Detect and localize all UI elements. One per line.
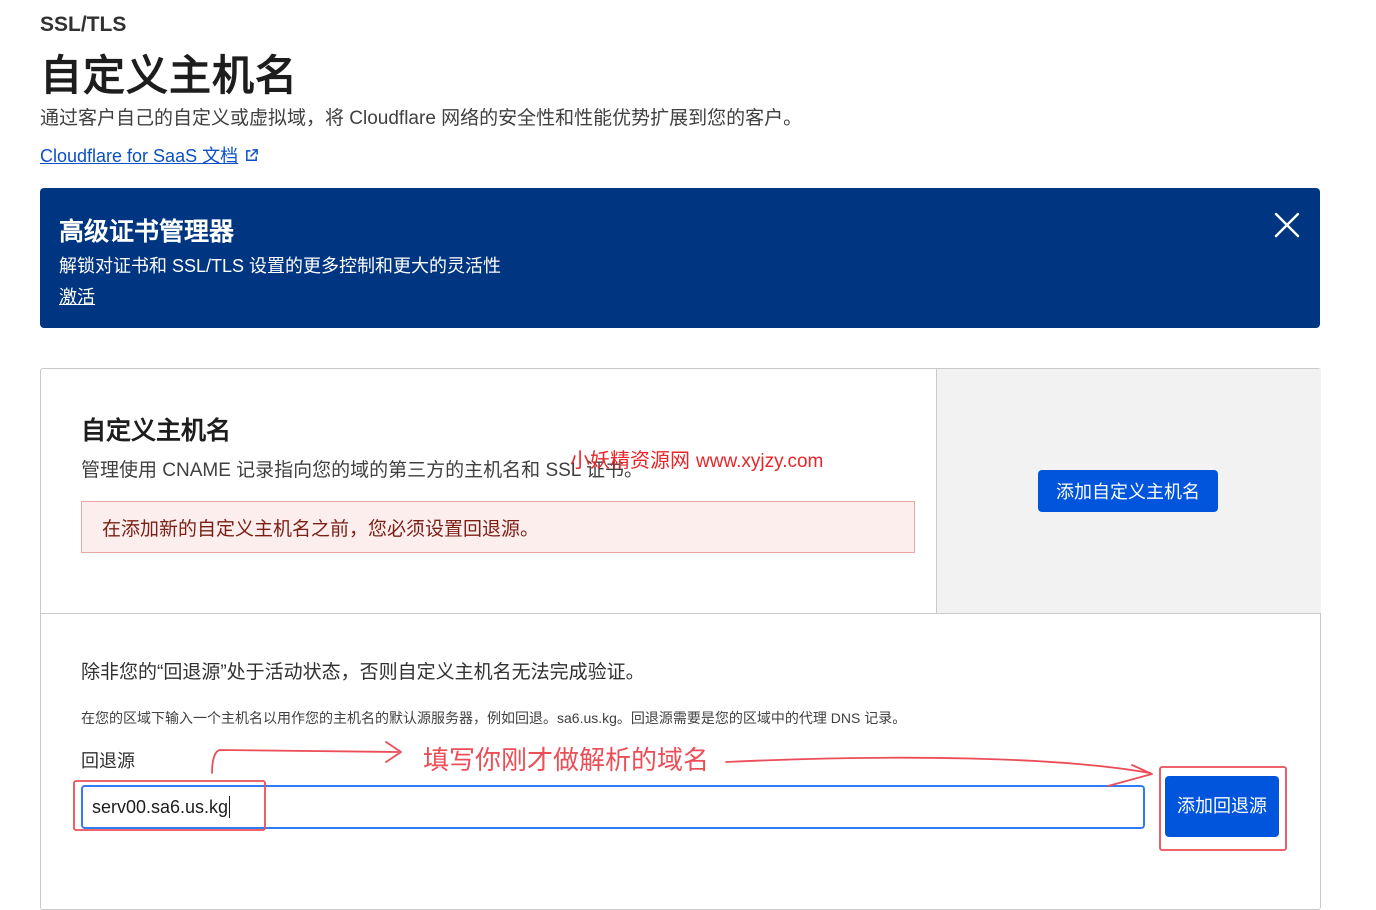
page-title: 自定义主机名 — [40, 52, 299, 99]
annotation-text: 填写你刚才做解析的域名 — [423, 745, 710, 775]
activate-link[interactable]: 激活 — [59, 283, 95, 309]
fallback-hint: 在您的区域下输入一个主机名以用作您的主机名的默认源服务器，例如回退。sa6.us… — [81, 710, 907, 726]
add-custom-hostname-button[interactable]: 添加自定义主机名 — [1038, 470, 1218, 512]
custom-hostnames-section: 自定义主机名 管理使用 CNAME 记录指向您的域的第三方的主机名和 SSL 证… — [41, 369, 1321, 614]
add-fallback-origin-button[interactable]: 添加回退源 — [1165, 776, 1279, 837]
fallback-notice: 除非您的“回退源”处于活动状态，否则自定义主机名无法完成验证。 — [81, 662, 645, 683]
close-icon[interactable] — [1272, 210, 1302, 240]
banner-title: 高级证书管理器 — [59, 218, 235, 246]
card-action-panel: 添加自定义主机名 — [936, 369, 1321, 613]
watermark-site: www.xyjzy.com — [696, 451, 824, 472]
fallback-required-alert: 在添加新的自定义主机名之前，您必须设置回退源。 — [81, 501, 915, 553]
card-title: 自定义主机名 — [81, 417, 232, 445]
external-link-icon — [246, 148, 258, 161]
docs-link[interactable]: Cloudflare for SaaS 文档 — [40, 142, 259, 168]
docs-link-label: Cloudflare for SaaS 文档 — [40, 146, 239, 166]
card-description: 管理使用 CNAME 记录指向您的域的第三方的主机名和 SSL 证书。 — [81, 460, 643, 481]
fallback-origin-label: 回退源 — [81, 751, 135, 771]
page-description: 通过客户自己的自定义或虚拟域，将 Cloudflare 网络的安全性和性能优势扩… — [40, 108, 803, 129]
advanced-certificate-banner: 高级证书管理器 解锁对证书和 SSL/TLS 设置的更多控制和更大的灵活性 激活 — [40, 188, 1320, 328]
watermark: 小妖精资源网 www.xyjzy.com — [570, 444, 823, 473]
alert-text: 在添加新的自定义主机名之前，您必须设置回退源。 — [102, 518, 540, 540]
fallback-origin-input[interactable]: serv00.sa6.us.kg — [81, 785, 1145, 829]
text-cursor — [229, 796, 231, 818]
watermark-name: 小妖精资源网 — [570, 450, 690, 472]
banner-description: 解锁对证书和 SSL/TLS 设置的更多控制和更大的灵活性 — [59, 256, 502, 276]
section-label: SSL/TLS — [40, 13, 127, 36]
fallback-origin-value: serv00.sa6.us.kg — [92, 796, 229, 817]
